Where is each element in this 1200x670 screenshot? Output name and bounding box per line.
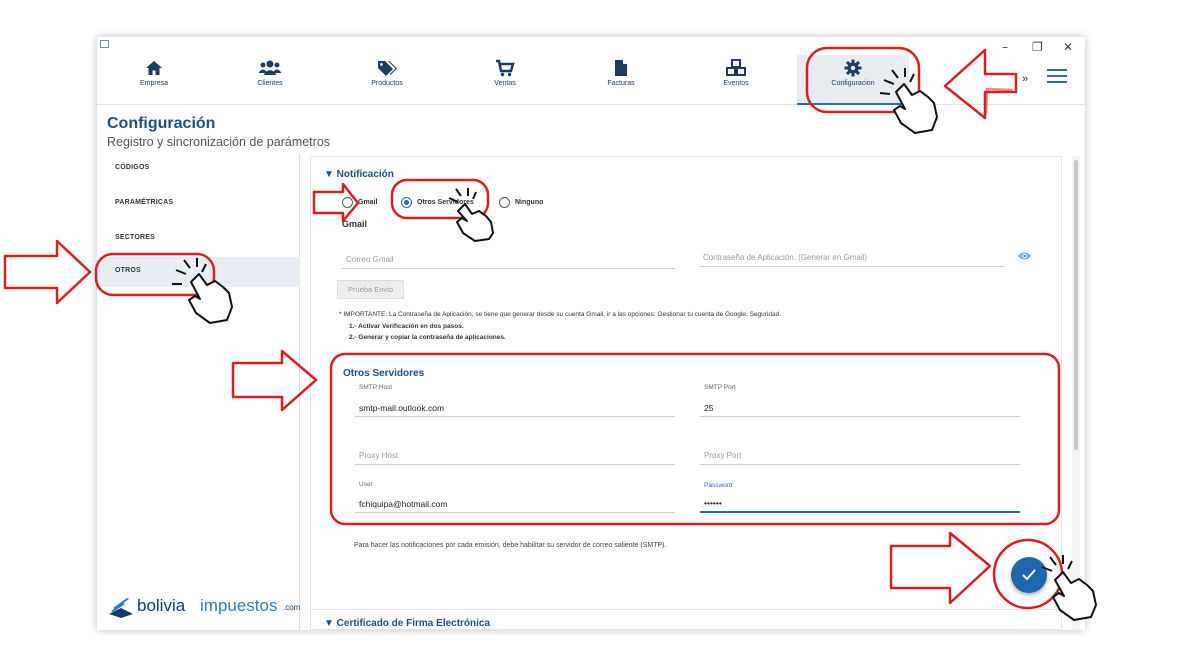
logo-text-bolivia: bolivia (137, 596, 186, 615)
menu-icon[interactable] (1047, 69, 1067, 83)
nav-item-clientes[interactable]: Clientes (225, 55, 315, 105)
nav-label: Eventos (723, 80, 749, 87)
password-underline (700, 511, 1020, 513)
show-password-eye-icon[interactable] (1017, 251, 1032, 261)
sidebar-item-label: OTROS (115, 267, 141, 274)
user-underline (355, 512, 675, 513)
nav-label: Configuracion (831, 80, 875, 87)
smtp-host-underline (355, 416, 675, 417)
gmail-section-title: Gmail (342, 219, 368, 229)
gmail-password-underline (700, 266, 1005, 267)
cart-icon (496, 59, 515, 77)
user-input[interactable]: fchiquipa@hotmail.com (359, 499, 447, 509)
smtp-host-label: SMTP Host (359, 384, 393, 391)
scrollbar-thumb[interactable] (1074, 160, 1078, 450)
section-certificado-header[interactable]: ▼ Certificado de Firma Electrónica (324, 618, 490, 629)
sidebar-item-parametricas[interactable]: PARAMÉTRICAS (97, 189, 300, 219)
users-icon (258, 60, 282, 75)
gmail-step-1: 1.- Activar Verificación en dos pasos. (349, 323, 464, 330)
gmail-app-password-input[interactable]: Contraseña de Aplicación. (Generar en Gm… (703, 253, 867, 262)
sidebar-item-codigos[interactable]: CÓDIGOS (97, 154, 300, 184)
sidebar: CÓDIGOS PARAMÉTRICAS SECTORES OTROS (97, 154, 300, 630)
check-icon (1022, 569, 1036, 581)
radio-gmail-label: Gmail (358, 199, 378, 206)
smtp-port-input[interactable]: 25 (704, 403, 713, 413)
logo-text-impuestos: impuestos (200, 596, 278, 615)
maximize-button[interactable]: ❐ (1032, 40, 1043, 54)
nav-item-configuracion[interactable]: Configuracion (797, 55, 909, 105)
page-title: Configuración (107, 115, 216, 132)
radio-otros-servidores[interactable] (401, 197, 412, 208)
gmail-email-input[interactable]: Correo Gmail (346, 255, 394, 264)
gmail-email-underline (342, 268, 675, 269)
radio-gmail[interactable] (342, 197, 353, 208)
minimize-button[interactable]: – (1002, 40, 1008, 54)
top-nav: Empresa Clientes Productos Ventas Factur… (97, 55, 1085, 105)
sidebar-item-otros[interactable]: OTROS (97, 257, 300, 287)
otros-servidores-title: Otros Servidores (343, 368, 425, 379)
more-nav-button[interactable]: » (1022, 73, 1028, 85)
proxy-port-input[interactable]: Proxy Port (704, 451, 741, 460)
app-icon (100, 40, 109, 48)
smtp-footer-note: Para hacer las notificaciones por cada e… (354, 542, 667, 549)
logo-book-icon (109, 598, 133, 618)
settings-panel (310, 156, 1062, 630)
nav-item-ventas[interactable]: Ventas (460, 55, 550, 105)
smtp-port-label: SMTP Port (704, 384, 736, 391)
smtp-port-underline (700, 416, 1020, 417)
home-icon (146, 61, 162, 75)
cubes-icon (726, 59, 746, 76)
nav-item-facturas[interactable]: Facturas (576, 55, 666, 105)
sidebar-item-label: SECTORES (115, 234, 155, 241)
gmail-important-note: * IMPORTANTE. La Contraseña de Aplicació… (339, 311, 782, 318)
nav-label: Clientes (257, 80, 283, 87)
document-icon (615, 60, 627, 76)
sidebar-item-label: CÓDIGOS (115, 164, 150, 171)
user-label: User (359, 481, 373, 488)
page-subtitle: Registro y sincronización de parámetros (107, 135, 331, 149)
page: – ❐ ✕ Empresa Clientes Productos Ventas … (0, 0, 1200, 670)
nav-label: Productos (371, 80, 403, 87)
save-button[interactable] (1011, 557, 1047, 593)
sidebar-item-label: PARAMÉTRICAS (115, 199, 174, 206)
radio-otros-servidores-label: Otros Servidores (417, 199, 474, 206)
password-label: Password (704, 482, 733, 489)
nav-item-eventos[interactable]: Eventos (691, 55, 781, 105)
proxy-host-underline (355, 464, 675, 465)
test-send-button[interactable]: Prueba Envio (337, 280, 404, 299)
nav-label: Empresa (139, 80, 168, 87)
app-window: – ❐ ✕ Empresa Clientes Productos Ventas … (97, 37, 1085, 630)
logo-text-com: .com (283, 603, 301, 612)
proxy-host-input[interactable]: Proxy Host (359, 451, 398, 460)
smtp-host-input[interactable]: smtp-mail.outlook.com (359, 403, 444, 413)
sidebar-item-sectores[interactable]: SECTORES (97, 224, 300, 254)
proxy-port-underline (700, 464, 1020, 465)
password-input[interactable]: •••••• (704, 498, 722, 508)
close-button[interactable]: ✕ (1063, 40, 1073, 54)
gmail-step-2: 2.- Generar y copiar la contraseña de ap… (349, 334, 506, 341)
section-notificacion-header[interactable]: ▼ Notificación (324, 169, 394, 180)
radio-ninguno-label: Ninguno (515, 199, 544, 206)
nav-item-productos[interactable]: Productos (342, 55, 432, 105)
nav-label: Ventas (494, 80, 516, 87)
radio-ninguno[interactable] (499, 197, 510, 208)
tags-icon (378, 61, 397, 76)
nav-label: Facturas (607, 80, 635, 87)
arrow-otros (3, 239, 92, 305)
gear-icon (844, 59, 862, 77)
nav-item-empresa[interactable]: Empresa (109, 55, 199, 105)
